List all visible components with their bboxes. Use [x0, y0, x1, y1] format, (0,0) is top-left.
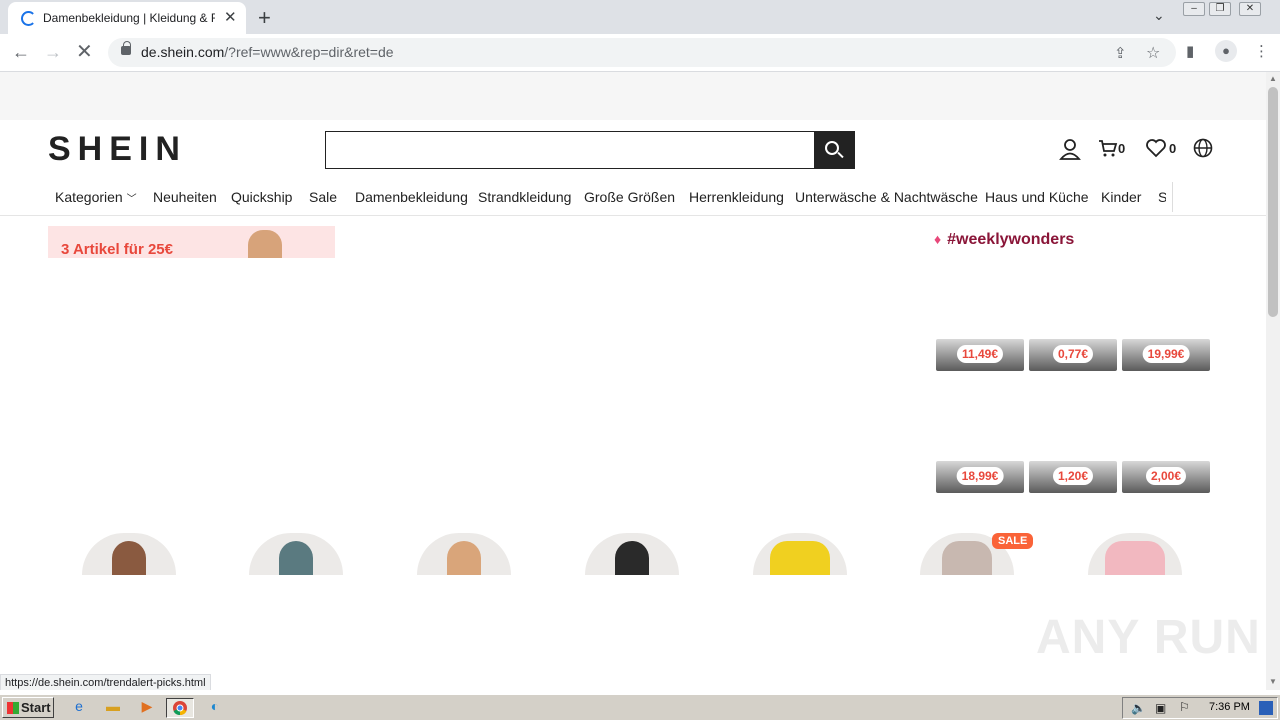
search-box [325, 131, 855, 169]
nav-item-herrenkleidung[interactable]: Herrenkleidung [689, 189, 784, 205]
network-icon[interactable]: ▣ [1155, 701, 1166, 715]
flame-icon: ♦ [934, 231, 942, 247]
tab-strip: Damenbekleidung | Kleidung & Fashion ✕ +… [0, 0, 1280, 34]
share-icon[interactable]: ⇪ [1114, 44, 1127, 62]
bookmark-star-icon[interactable]: ☆ [1146, 43, 1160, 63]
scroll-down-icon[interactable]: ▼ [1269, 677, 1277, 686]
nav-item-sale[interactable]: Sale [309, 189, 337, 205]
page-scrollbar[interactable]: ▲ ▼ [1266, 72, 1280, 690]
category-circle-men[interactable] [585, 533, 679, 575]
nav-item-haus-kueche[interactable]: Haus und Küche [985, 189, 1089, 205]
tab-search-icon[interactable]: ⌄ [1153, 7, 1165, 24]
price-tag: 2,00€ [1145, 467, 1187, 485]
stop-loading-icon[interactable]: ✕ [76, 39, 93, 64]
sale-badge: SALE [992, 533, 1034, 549]
side-panel-icon[interactable]: ▮ [1186, 42, 1194, 60]
start-button[interactable]: Start [2, 697, 54, 718]
category-circle-tops[interactable] [249, 533, 343, 575]
watermark-logo: ANY RUN [1036, 611, 1261, 664]
category-circle-kids[interactable] [417, 533, 511, 575]
menu-kebab-icon[interactable]: ⋮ [1254, 42, 1269, 60]
close-tab-icon[interactable]: ✕ [224, 8, 237, 26]
restore-button[interactable]: ❐ [1209, 2, 1231, 16]
product-card[interactable]: 0,77€ [1029, 339, 1117, 371]
back-arrow-icon[interactable]: ← [12, 42, 30, 63]
status-url: https://de.shein.com/trendalert-picks.ht… [0, 674, 211, 690]
url-text: de.shein.com/?ref=www&rep=dir&ret=de [141, 44, 394, 60]
nav-item-truncated[interactable]: S [1158, 189, 1166, 205]
category-circle-home[interactable] [753, 533, 847, 575]
product-card[interactable]: 19,99€ [1122, 339, 1210, 371]
media-player-icon[interactable]: ▶ [136, 698, 158, 718]
nav-item-strandkleidung[interactable]: Strandkleidung [478, 189, 571, 205]
category-circle-underwear[interactable] [1088, 533, 1182, 575]
system-tray: 🔈 ▣ ⚐ 7:36 PM [1122, 697, 1278, 719]
lock-icon [121, 41, 131, 55]
product-card[interactable]: 1,20€ [1029, 461, 1117, 493]
show-desktop-icon[interactable] [1259, 701, 1273, 715]
price-tag: 18,99€ [956, 467, 1004, 485]
browser-tab[interactable]: Damenbekleidung | Kleidung & Fashion ✕ [8, 2, 246, 34]
price-tag: 19,99€ [1142, 345, 1190, 363]
flag-icon[interactable]: ⚐ [1179, 700, 1190, 714]
chevron-down-icon: ﹀ [126, 194, 137, 205]
windows-logo-icon [7, 702, 19, 714]
address-bar[interactable]: de.shein.com/?ref=www&rep=dir&ret=de ⇪ ☆ [108, 38, 1176, 67]
promo-banner[interactable]: 3 Artikel für 25€ [48, 226, 335, 258]
top-promo-bar [0, 72, 1266, 120]
minimize-button[interactable]: – [1183, 2, 1205, 16]
close-window-button[interactable]: ✕ [1239, 2, 1261, 16]
cart-icon[interactable] [1098, 138, 1118, 164]
tab-title: Damenbekleidung | Kleidung & Fashion [43, 11, 215, 25]
nav-divider [1172, 182, 1173, 212]
promo-banner-text: 3 Artikel für 25€ [61, 241, 173, 258]
product-card[interactable]: 11,49€ [936, 339, 1024, 371]
profile-icon[interactable]: ● [1215, 40, 1237, 62]
edge-icon[interactable]: ◐ [204, 698, 226, 718]
page-content: SHEIN 0 0 Kategorien ﹀ Neuheiten Quicksh… [0, 72, 1266, 690]
scroll-thumb[interactable] [1268, 87, 1278, 317]
url-path: /?ref=www&rep=dir&ret=de [224, 44, 394, 60]
folder-icon[interactable]: ▬ [102, 698, 124, 718]
search-input[interactable] [326, 132, 815, 168]
cart-count: 0 [1118, 141, 1126, 156]
clock: 7:36 PM [1209, 701, 1250, 713]
volume-icon[interactable]: 🔈 [1131, 701, 1146, 715]
weekly-wonders-title[interactable]: ♦ #weeklywonders [934, 231, 1074, 249]
loading-spinner-icon [21, 11, 36, 26]
product-card[interactable]: 18,99€ [936, 461, 1024, 493]
user-icon[interactable] [1059, 138, 1081, 166]
new-tab-button[interactable]: + [258, 5, 271, 31]
ie-icon[interactable]: e [68, 698, 90, 718]
nav-item-neuheiten[interactable]: Neuheiten [153, 189, 217, 205]
scroll-up-icon[interactable]: ▲ [1269, 74, 1277, 83]
globe-icon[interactable] [1193, 138, 1213, 164]
nav-item-quickship[interactable]: Quickship [231, 189, 292, 205]
category-nav: Kategorien ﹀ Neuheiten Quickship Sale Da… [0, 178, 1266, 216]
price-tag: 1,20€ [1052, 467, 1094, 485]
nav-item-kategorien[interactable]: Kategorien ﹀ [55, 189, 137, 205]
nav-item-unterwaesche[interactable]: Unterwäsche & Nachtwäsche [795, 189, 978, 205]
forward-arrow-icon[interactable]: → [44, 42, 62, 63]
site-logo[interactable]: SHEIN [48, 130, 187, 169]
nav-item-grosse-groessen[interactable]: Große Größen [584, 189, 675, 205]
search-button[interactable] [814, 132, 854, 168]
wishlist-count: 0 [1169, 141, 1177, 156]
category-circle-women[interactable] [82, 533, 176, 575]
product-card[interactable]: 2,00€ [1122, 461, 1210, 493]
price-tag: 0,77€ [1052, 345, 1094, 363]
browser-toolbar: ← → ✕ de.shein.com/?ref=www&rep=dir&ret=… [0, 34, 1280, 72]
url-host: de.shein.com [141, 44, 225, 60]
chrome-icon[interactable] [166, 698, 194, 718]
wishlist-heart-icon[interactable] [1145, 138, 1167, 164]
model-image [248, 230, 282, 258]
nav-item-damenbekleidung[interactable]: Damenbekleidung [355, 189, 468, 205]
taskbar: Start e ▬ ▶ ◐ 🔈 ▣ ⚐ 7:36 PM [0, 694, 1280, 720]
price-tag: 11,49€ [956, 345, 1004, 363]
nav-item-kinder[interactable]: Kinder [1101, 189, 1141, 205]
